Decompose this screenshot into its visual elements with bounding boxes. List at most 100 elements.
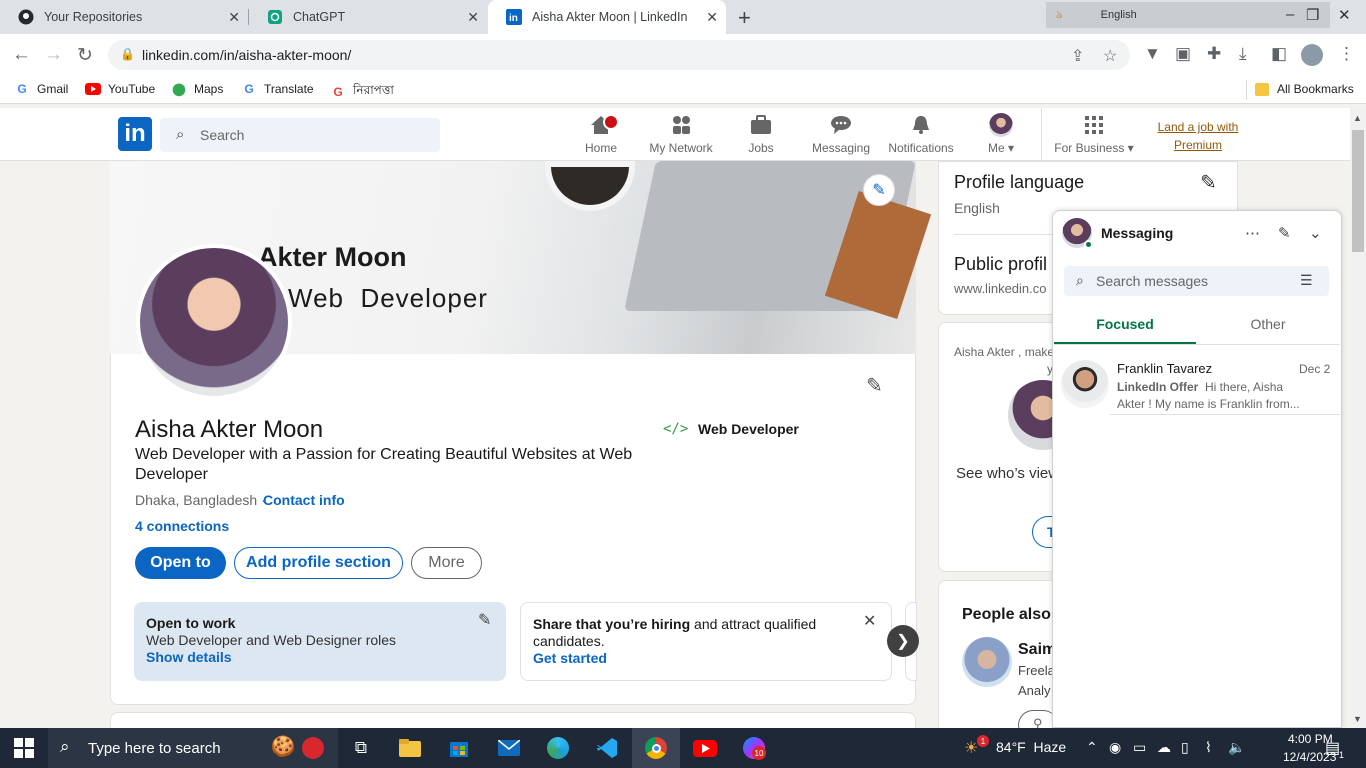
connections-link[interactable]: 4 connections — [135, 518, 229, 534]
tab-chatgpt[interactable]: ChatGPT ✕ — [249, 0, 487, 34]
bookmark-translate[interactable]: G Translate — [241, 82, 313, 96]
vscode-icon[interactable] — [592, 733, 622, 763]
public-profile-title: Public profil — [954, 254, 1048, 274]
conversation-preview[interactable]: LinkedIn Offer Hi there, Aisha — [1117, 380, 1332, 394]
profile-avatar-icon[interactable] — [1301, 44, 1323, 66]
linkedin-logo-icon[interactable]: in — [118, 117, 152, 151]
close-tab-icon[interactable]: ✕ — [706, 9, 718, 26]
filter-sliders-icon[interactable]: ☰ — [1300, 272, 1313, 289]
gingerbread-icon[interactable]: 🍪 — [268, 731, 298, 761]
close-tab-icon[interactable]: ✕ — [467, 9, 479, 26]
compose-message-icon[interactable]: ✎ — [1278, 224, 1291, 242]
tab-your-repositories[interactable]: Your Repositories ✕ — [0, 0, 248, 34]
edit-intro-pencil-icon[interactable]: ✎ — [866, 373, 883, 398]
all-bookmarks[interactable]: All Bookmarks — [1254, 82, 1354, 96]
nav-my-network[interactable]: My Network — [641, 113, 721, 155]
more-options-icon[interactable]: ⋯ — [1245, 224, 1260, 242]
messaging-title[interactable]: Messaging — [1101, 225, 1173, 241]
chevron-down-icon[interactable]: ⌄ — [1309, 224, 1322, 242]
weather-text[interactable]: 84°F Haze — [996, 739, 1066, 755]
show-details-link[interactable]: Show details — [146, 649, 494, 666]
conversation-name[interactable]: Franklin Tavarez — [1117, 361, 1212, 376]
scroll-up-arrow-icon[interactable]: ▲ — [1353, 113, 1362, 123]
tray-cloud-icon[interactable]: ☁ — [1157, 739, 1171, 756]
extensions-puzzle-icon[interactable]: ✚ — [1207, 44, 1221, 64]
back-icon[interactable]: ← — [12, 44, 31, 66]
premium-link[interactable]: Land a job with Premium — [1150, 118, 1246, 154]
bookmark-security[interactable]: G নিরাপত্তা — [330, 82, 394, 102]
get-started-link[interactable]: Get started — [533, 650, 879, 667]
more-button[interactable]: More — [411, 547, 482, 579]
person-avatar[interactable] — [962, 637, 1012, 687]
bookmark-maps[interactable]: ⬤ Maps — [171, 82, 223, 96]
address-bar[interactable]: linkedin.com/in/aisha-akter-moon/ — [108, 40, 1130, 70]
show-hidden-icons-chevron-icon[interactable]: ⌃ — [1086, 739, 1098, 756]
microsoft-store-icon[interactable] — [444, 733, 474, 763]
contact-info-link[interactable]: Contact info — [263, 492, 345, 508]
nav-for-business[interactable]: For Business ▾ — [1046, 113, 1142, 155]
mail-icon[interactable] — [494, 733, 524, 763]
tab-focused[interactable]: Focused — [1054, 316, 1196, 332]
people-icon — [641, 113, 721, 137]
close-window-icon[interactable]: ✕ — [1338, 6, 1351, 24]
reload-icon[interactable]: ↻ — [77, 44, 93, 67]
menu-kebab-icon[interactable]: ⋮ — [1338, 44, 1355, 64]
share-icon[interactable]: ⇪ — [1071, 46, 1084, 66]
online-status-dot — [1084, 240, 1093, 249]
add-profile-section-button[interactable]: Add profile section — [234, 547, 403, 579]
translate-icon: G — [244, 82, 254, 96]
edit-language-pencil-icon[interactable]: ✎ — [1200, 170, 1217, 195]
edge-icon[interactable] — [543, 733, 573, 763]
tray-record-icon[interactable]: ◉ — [1109, 739, 1121, 756]
nav-me[interactable]: Me ▾ — [961, 113, 1041, 155]
tray-battery-icon[interactable]: ▯ — [1181, 739, 1189, 756]
youtube-app-icon[interactable] — [690, 733, 720, 763]
extension-image-icon[interactable]: ▣ — [1175, 44, 1191, 64]
conversation-avatar[interactable] — [1061, 360, 1109, 408]
bookmark-star-icon[interactable]: ☆ — [1103, 46, 1117, 66]
linkedin-search-input[interactable]: Search — [160, 118, 440, 152]
language-label: English — [1100, 9, 1137, 21]
side-panel-icon[interactable]: ◧ — [1271, 44, 1287, 64]
nav-home[interactable]: Home — [561, 113, 641, 155]
search-highlight-icon[interactable] — [298, 733, 328, 763]
tab-other[interactable]: Other — [1196, 316, 1340, 332]
search-messages-input[interactable]: Search messages — [1064, 266, 1329, 296]
download-icon[interactable]: ⤓ — [1239, 44, 1247, 64]
search-icon: ⌕ — [60, 737, 70, 756]
scroll-down-arrow-icon[interactable]: ▼ — [1353, 714, 1362, 724]
bookmark-youtube[interactable]: YouTube — [85, 82, 155, 96]
tab-linkedin[interactable]: in Aisha Akter Moon | LinkedIn ✕ — [488, 0, 726, 34]
minimize-window-icon[interactable]: – — [1286, 6, 1294, 23]
nav-messaging[interactable]: Messaging — [801, 113, 881, 155]
bookmark-gmail[interactable]: G Gmail — [14, 82, 68, 96]
forward-icon[interactable]: → — [44, 44, 63, 66]
edit-pencil-icon[interactable]: ✎ — [478, 612, 491, 629]
restore-window-icon[interactable]: ❐ — [1306, 6, 1319, 24]
chrome-icon[interactable] — [641, 733, 671, 763]
volume-icon[interactable]: 🔈 — [1228, 739, 1245, 756]
open-to-button[interactable]: Open to — [135, 547, 226, 579]
close-tab-icon[interactable]: ✕ — [228, 9, 240, 26]
close-icon[interactable]: ✕ — [863, 613, 876, 630]
scrollbar-thumb[interactable] — [1352, 130, 1364, 252]
edit-cover-pencil-icon[interactable]: ✎ — [863, 174, 895, 206]
extension-v-icon[interactable]: ▼ — [1144, 44, 1161, 64]
wifi-icon[interactable]: ⌇ — [1205, 739, 1212, 756]
tab-title: ChatGPT — [293, 10, 346, 24]
file-explorer-icon[interactable] — [395, 733, 425, 763]
notification-center-icon[interactable]: ▤ — [1325, 738, 1340, 758]
task-view-icon[interactable]: ⧉ — [346, 733, 376, 763]
nav-jobs[interactable]: Jobs — [721, 113, 801, 155]
me-avatar — [989, 113, 1013, 137]
carousel-next-arrow-icon[interactable]: ❯ — [887, 625, 919, 657]
tray-camera-icon[interactable]: ▭ — [1133, 739, 1146, 756]
nav-notifications[interactable]: Notifications — [881, 113, 961, 155]
new-tab-icon[interactable]: + — [738, 5, 751, 31]
profile-photo[interactable] — [136, 244, 292, 400]
current-position[interactable]: Web Developer — [698, 421, 799, 437]
windows-start-icon[interactable] — [14, 738, 34, 758]
person-name[interactable]: Saim — [1018, 641, 1056, 659]
notification-badge — [603, 114, 619, 130]
lock-icon[interactable]: 🔒 — [120, 47, 135, 61]
